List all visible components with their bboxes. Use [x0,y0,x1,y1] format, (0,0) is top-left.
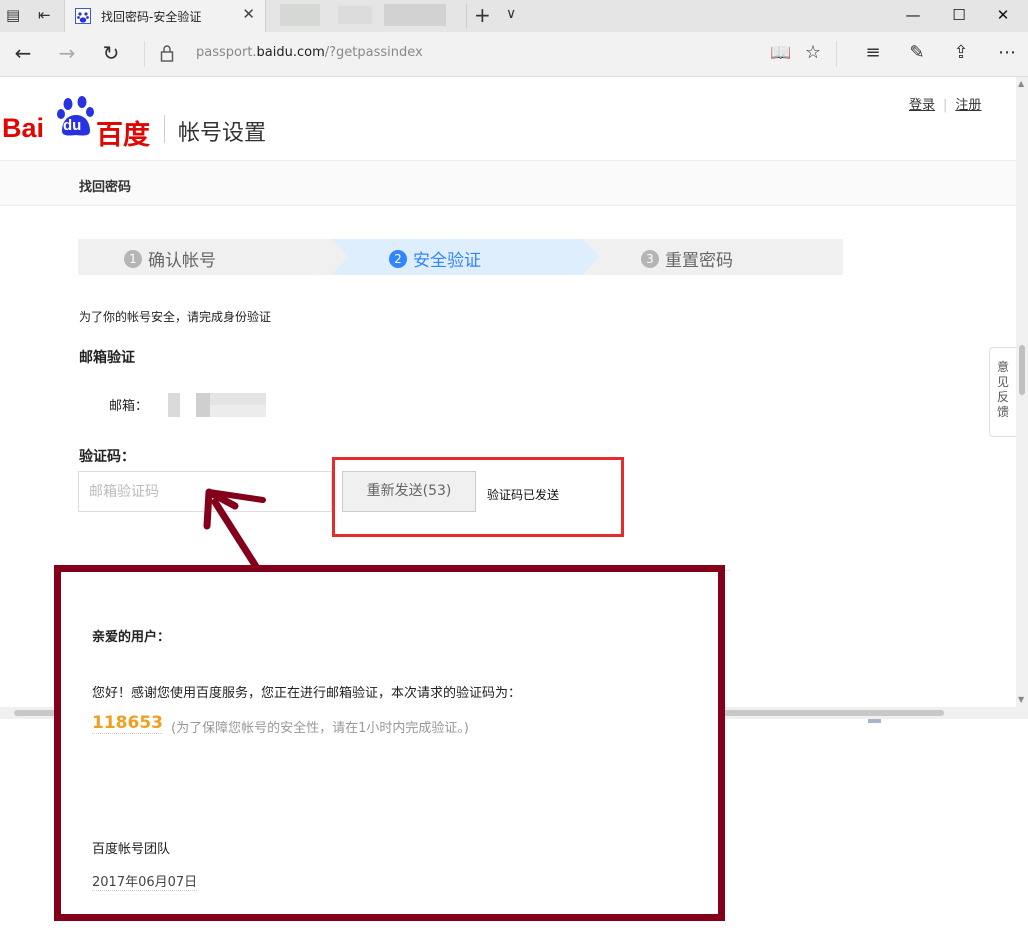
auth-links: 登录 | 注册 [909,94,981,113]
scroll-up-icon[interactable]: ▲ [1018,79,1024,88]
verification-email-panel: 亲爱的用户： 您好！感谢您使用百度服务，您正在进行邮箱验证，本次请求的验证码为：… [54,565,725,921]
code-label: 验证码： [79,449,135,465]
email-value-redacted [210,405,266,417]
step-confirm-account: 1 确认帐号 [124,246,216,271]
verify-intro-text: 为了你的帐号安全，请完成身份验证 [79,310,272,324]
logo-text-paw: du [63,117,82,134]
scroll-marker [868,719,881,723]
back-icon[interactable]: ← [8,41,38,65]
email-verify-heading: 邮箱验证 [79,350,135,366]
url-field[interactable]: passport.baidu.com/?getpassindex [196,45,423,60]
blurred-tab-region [280,4,320,26]
tab-close-icon[interactable]: ✕ [242,5,255,23]
step-number: 2 [389,249,407,268]
email-note: (为了保障您帐号的安全性，请在1小时内完成验证。) [171,721,469,736]
set-aside-tabs-icon[interactable]: ⇤ [38,6,51,24]
url-prefix: passport. [196,45,257,60]
baidu-favicon-icon [75,8,91,24]
link-separator: | [943,98,948,113]
step-security-verify: 2 安全验证 [389,246,481,271]
refresh-icon[interactable]: ↻ [96,41,126,65]
forward-icon[interactable]: → [52,41,82,65]
url-domain: baidu.com [256,45,325,60]
email-greeting: 亲爱的用户： [92,630,171,645]
login-link[interactable]: 登录 [909,98,935,113]
vertical-scrollbar[interactable]: ▲ ▼ [1016,77,1028,707]
step-label: 确认帐号 [148,251,216,271]
lock-icon [160,44,174,66]
highlight-box [332,457,624,537]
tab-divider [466,4,467,28]
reading-view-icon[interactable]: 📖 [766,43,796,63]
step-indicator: 1 确认帐号 2 安全验证 3 重置密码 [78,239,843,275]
url-path: /?getpassindex [324,45,423,60]
window-close-icon[interactable]: ✕ [988,6,1018,24]
email-body: 您好！感谢您使用百度服务，您正在进行邮箱验证，本次请求的验证码为： [92,686,522,701]
tab-list-icon[interactable]: ▤ [6,6,20,24]
nav-divider [836,41,837,67]
email-value-redacted [168,393,180,417]
scroll-down-icon[interactable]: ▼ [1018,695,1024,704]
blurred-tab-region [338,6,372,24]
baidu-paw-icon: du [56,95,96,137]
logo-text-left: Bai [2,113,45,143]
header-divider [164,115,165,143]
register-link[interactable]: 注册 [955,98,981,113]
feedback-label: 意见反馈 [996,360,1009,419]
tab-active[interactable]: 找回密码-安全验证 ✕ [64,0,266,32]
email-signature: 百度帐号团队 [92,842,171,857]
feedback-tab[interactable]: 意见反馈 [989,347,1016,437]
step-number: 1 [124,249,142,268]
new-tab-icon[interactable]: + [474,3,491,27]
find-password-title: 找回密码 [79,180,132,195]
minimize-icon[interactable]: — [898,6,928,24]
account-settings-title: 帐号设置 [178,121,267,146]
verification-code: 118653 [92,713,163,734]
step-label: 安全验证 [413,251,481,271]
favorite-star-icon[interactable]: ☆ [798,42,828,63]
tab-bar: ▤ ⇤ 找回密码-安全验证 ✕ + ∨ — ☐ ✕ [0,0,1028,32]
email-value-redacted [210,393,266,405]
address-bar-row: ← → ↻ passport.baidu.com/?getpassindex 📖… [0,32,1028,77]
step-number: 3 [641,249,659,268]
step-reset-password: 3 重置密码 [641,246,733,271]
share-icon[interactable]: ⇪ [946,42,976,63]
blurred-tab-region [384,4,446,26]
sub-navigation-bar: 找回密码 [0,160,1016,206]
tab-title: 找回密码-安全验证 [101,10,202,24]
logo-text-right: 百度 [96,120,150,150]
hub-icon[interactable]: ≡ [858,42,888,63]
nav-divider [144,41,145,67]
vertical-scroll-thumb[interactable] [1019,345,1025,395]
chevron-down-icon[interactable]: ∨ [506,6,516,22]
email-date: 2017年06月07日 [92,871,198,891]
email-label: 邮箱： [109,399,149,414]
more-icon[interactable]: ⋯ [992,42,1022,63]
web-note-icon[interactable]: ✎ [902,42,932,63]
step-label: 重置密码 [665,251,733,271]
maximize-icon[interactable]: ☐ [944,6,974,24]
email-value-redacted [196,393,210,417]
